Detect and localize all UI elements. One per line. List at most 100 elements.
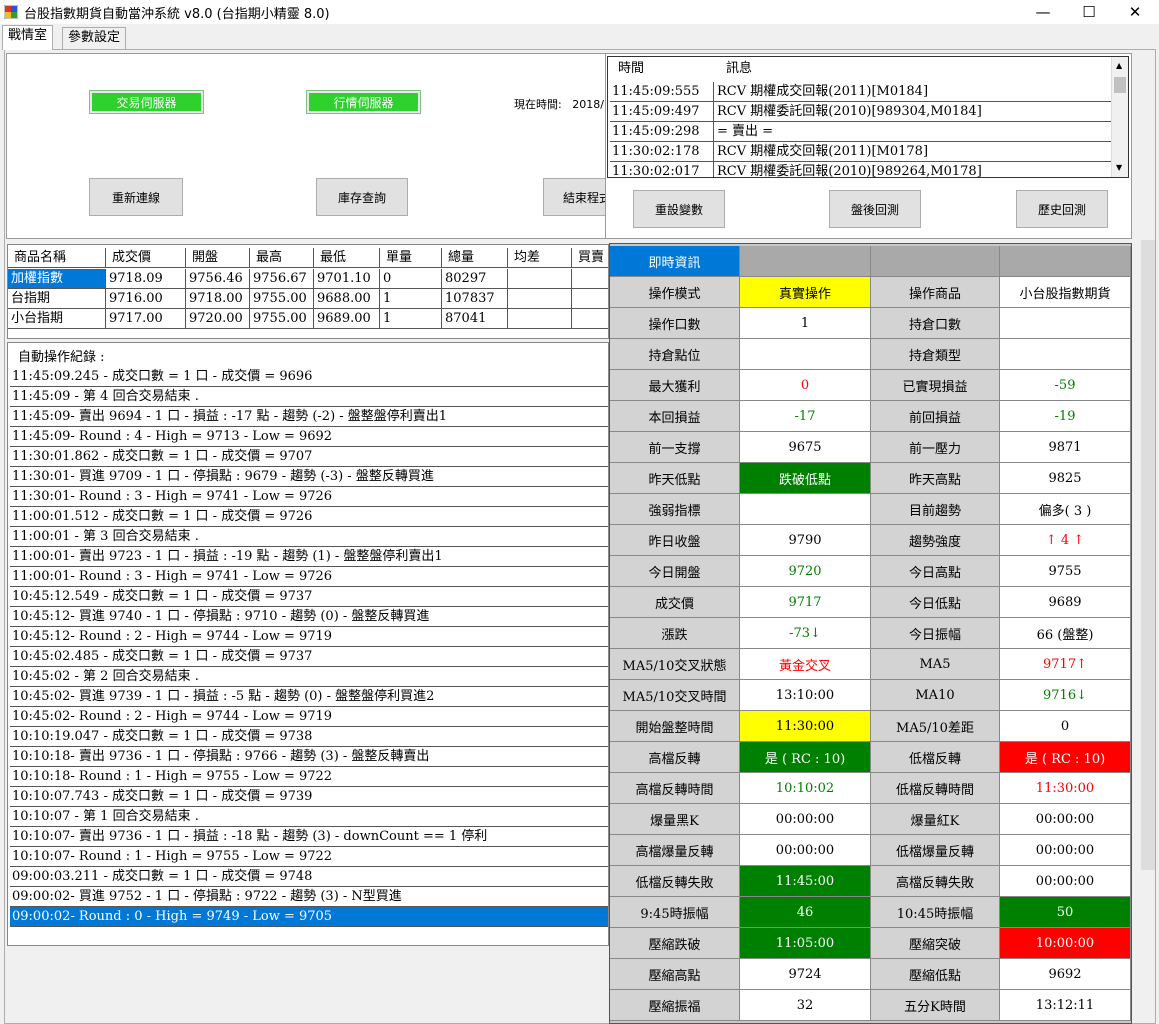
quote-server-button[interactable]: 行情伺服器	[306, 90, 421, 114]
log-row[interactable]: 10:10:07- 賣出 9736 - 1 口 - 損益 : -18 點 - 趨…	[10, 827, 608, 847]
history-backtest-button[interactable]: 歷史回測	[1016, 190, 1108, 228]
quote-product-name[interactable]: 小台指期	[8, 309, 106, 329]
info-value: 9825	[1000, 463, 1131, 494]
log-row[interactable]: 11:00:01 - 第 3 回合交易結束 .	[10, 527, 608, 547]
quote-cell[interactable]	[572, 289, 608, 309]
log-row[interactable]: 10:10:19.047 - 成交口數 = 1 口 - 成交價 = 9738	[10, 727, 608, 747]
quote-header[interactable]: 買賣	[572, 248, 608, 268]
log-row[interactable]: 11:45:09.245 - 成交口數 = 1 口 - 成交價 = 9696	[10, 367, 608, 387]
log-row[interactable]: 10:10:07 - 第 1 回合交易結束 .	[10, 807, 608, 827]
info-label: 高檔反轉失敗	[871, 866, 1000, 897]
quote-cell[interactable]	[572, 269, 608, 289]
log-row[interactable]: 10:45:02- 買進 9739 - 1 口 - 損益 : -5 點 - 趨勢…	[10, 687, 608, 707]
message-scrollbar[interactable]: ▲ ▼	[1111, 57, 1128, 177]
trade-server-button[interactable]: 交易伺服器	[89, 90, 204, 114]
log-row[interactable]: 11:45:09 - 第 4 回合交易結束 .	[10, 387, 608, 407]
scroll-up-icon[interactable]: ▲	[1116, 61, 1122, 70]
scroll-thumb[interactable]	[1114, 77, 1126, 93]
quote-cell[interactable]: 9689.00	[314, 309, 380, 329]
close-button[interactable]: ✕	[1112, 0, 1158, 24]
log-row[interactable]: 10:45:12- Round : 2 - High = 9744 - Low …	[10, 627, 608, 647]
quote-header[interactable]: 開盤	[186, 248, 250, 268]
quote-cell[interactable]	[572, 309, 608, 329]
info-header[interactable]: 即時資訊	[610, 246, 740, 277]
minimize-button[interactable]: —	[1020, 0, 1066, 24]
log-row[interactable]: 09:00:02- 買進 9752 - 1 口 - 停損點 : 9722 - 趨…	[10, 887, 608, 907]
quote-cell[interactable]: 107837	[442, 289, 508, 309]
log-row[interactable]: 10:10:07- Round : 1 - High = 9755 - Low …	[10, 847, 608, 867]
message-row[interactable]: 11:30:02:178 RCV 期權成交回報(2011)[M0178]	[610, 142, 1112, 162]
quote-header[interactable]: 最高	[250, 248, 314, 268]
info-value: 9790	[740, 525, 871, 556]
log-row[interactable]: 10:45:02.485 - 成交口數 = 1 口 - 成交價 = 9737	[10, 647, 608, 667]
quote-header[interactable]: 商品名稱	[8, 248, 106, 268]
message-row[interactable]: 11:30:02:017 RCV 期權委託回報(2010)[989264,M017…	[610, 162, 1112, 177]
info-value: 9724	[740, 959, 871, 990]
quote-cell[interactable]: 1	[380, 289, 442, 309]
quote-header[interactable]: 總量	[442, 248, 508, 268]
info-label: 強弱指標	[610, 494, 740, 525]
log-row[interactable]: 10:45:12- 買進 9740 - 1 口 - 停損點 : 9710 - 趨…	[10, 607, 608, 627]
quote-cell[interactable]	[508, 289, 572, 309]
log-row[interactable]: 10:10:18- 賣出 9736 - 1 口 - 停損點 : 9766 - 趨…	[10, 747, 608, 767]
message-header-text[interactable]: 訊息	[726, 59, 752, 79]
maximize-button[interactable]: ☐	[1066, 0, 1112, 24]
log-row[interactable]: 10:45:12.549 - 成交口數 = 1 口 - 成交價 = 9737	[10, 587, 608, 607]
quote-grid[interactable]: 商品名稱 成交價 開盤 最高 最低 單量 總量 均差 買賣 加權指數 9718.09 9756.46 9…	[7, 244, 609, 339]
quote-cell[interactable]: 9720.00	[186, 309, 250, 329]
quote-cell[interactable]: 9755.00	[250, 309, 314, 329]
quote-cell[interactable]: 1	[380, 309, 442, 329]
quote-header[interactable]: 最低	[314, 248, 380, 268]
quote-cell[interactable]: 0	[380, 269, 442, 289]
realtime-info-grid[interactable]: 即時資訊 操作模式 真實操作 操作商品 小台股指數期貨 操作口數 1 持倉口數 持倉點位 持倉類型…	[609, 243, 1132, 1024]
after-hours-backtest-button[interactable]: 盤後回測	[829, 190, 921, 228]
log-row[interactable]: 10:10:18- Round : 1 - High = 9755 - Low …	[10, 767, 608, 787]
log-row[interactable]: 11:00:01- Round : 3 - High = 9741 - Low …	[10, 567, 608, 587]
log-row[interactable]: 11:30:01- 買進 9709 - 1 口 - 停損點 : 9679 - 趨…	[10, 467, 608, 487]
quote-cell[interactable]: 9701.10	[314, 269, 380, 289]
inventory-query-button[interactable]: 庫存查詢	[316, 178, 408, 216]
scroll-down-icon[interactable]: ▼	[1116, 163, 1122, 172]
quote-cell[interactable]: 9718.00	[186, 289, 250, 309]
quote-cell[interactable]: 9756.46	[186, 269, 250, 289]
message-header-time[interactable]: 時間	[618, 59, 644, 79]
log-row[interactable]: 09:00:03.211 - 成交口數 = 1 口 - 成交價 = 9748	[10, 867, 608, 887]
quote-cell[interactable]	[508, 269, 572, 289]
message-row[interactable]: 11:45:09:298 = 賣出 =	[610, 122, 1112, 142]
tab-war-room[interactable]: 戰情室	[2, 25, 54, 50]
auto-operation-log[interactable]: 自動操作紀錄 : 11:45:09.245 - 成交口數 = 1 口 - 成交價…	[7, 342, 609, 946]
quote-product-name[interactable]: 加權指數	[8, 269, 106, 289]
quote-cell[interactable]: 9716.00	[106, 289, 186, 309]
info-label: 低檔反轉時間	[871, 773, 1000, 804]
quote-header[interactable]: 單量	[380, 248, 442, 268]
log-row[interactable]: 11:30:01- Round : 3 - High = 9741 - Low …	[10, 487, 608, 507]
quote-cell[interactable]: 9755.00	[250, 289, 314, 309]
quote-product-name[interactable]: 台指期	[8, 289, 106, 309]
quote-header[interactable]: 均差	[508, 248, 572, 268]
message-row[interactable]: 11:45:09:555 RCV 期權成交回報(2011)[M0184]	[610, 82, 1112, 102]
quote-cell[interactable]: 9688.00	[314, 289, 380, 309]
quote-cell[interactable]: 87041	[442, 309, 508, 329]
log-row[interactable]: 09:00:02- Round : 0 - High = 9749 - Low …	[10, 907, 608, 927]
log-row[interactable]: 10:45:02 - 第 2 回合交易結束 .	[10, 667, 608, 687]
tab-settings[interactable]: 參數設定	[62, 27, 127, 49]
log-row[interactable]: 11:00:01- 賣出 9723 - 1 口 - 損益 : -19 點 - 趨…	[10, 547, 608, 567]
reset-variables-button[interactable]: 重設變數	[633, 190, 725, 228]
quote-cell[interactable]: 80297	[442, 269, 508, 289]
message-row[interactable]: 11:45:09:497 RCV 期權委託回報(2010)[989304,M018…	[610, 102, 1112, 122]
window-scrollbar[interactable]	[1141, 240, 1155, 870]
quote-cell[interactable]	[508, 309, 572, 329]
log-row[interactable]: 10:10:07.743 - 成交口數 = 1 口 - 成交價 = 9739	[10, 787, 608, 807]
log-row[interactable]: 10:45:02- Round : 2 - High = 9744 - Low …	[10, 707, 608, 727]
message-list[interactable]: 時間 訊息 11:45:09:555 RCV 期權成交回報(2011)[M0184…	[607, 56, 1129, 178]
log-row[interactable]: 11:45:09- Round : 4 - High = 9713 - Low …	[10, 427, 608, 447]
quote-header[interactable]: 成交價	[106, 248, 186, 268]
quote-cell[interactable]: 9756.67	[250, 269, 314, 289]
reconnect-button[interactable]: 重新連線	[89, 178, 183, 216]
quote-cell[interactable]: 9718.09	[106, 269, 186, 289]
log-row[interactable]: 11:45:09- 賣出 9694 - 1 口 - 損益 : -17 點 - 趨…	[10, 407, 608, 427]
info-label: 前一支撐	[610, 432, 740, 463]
log-row[interactable]: 11:30:01.862 - 成交口數 = 1 口 - 成交價 = 9707	[10, 447, 608, 467]
quote-cell[interactable]: 9717.00	[106, 309, 186, 329]
log-row[interactable]: 11:00:01.512 - 成交口數 = 1 口 - 成交價 = 9726	[10, 507, 608, 527]
